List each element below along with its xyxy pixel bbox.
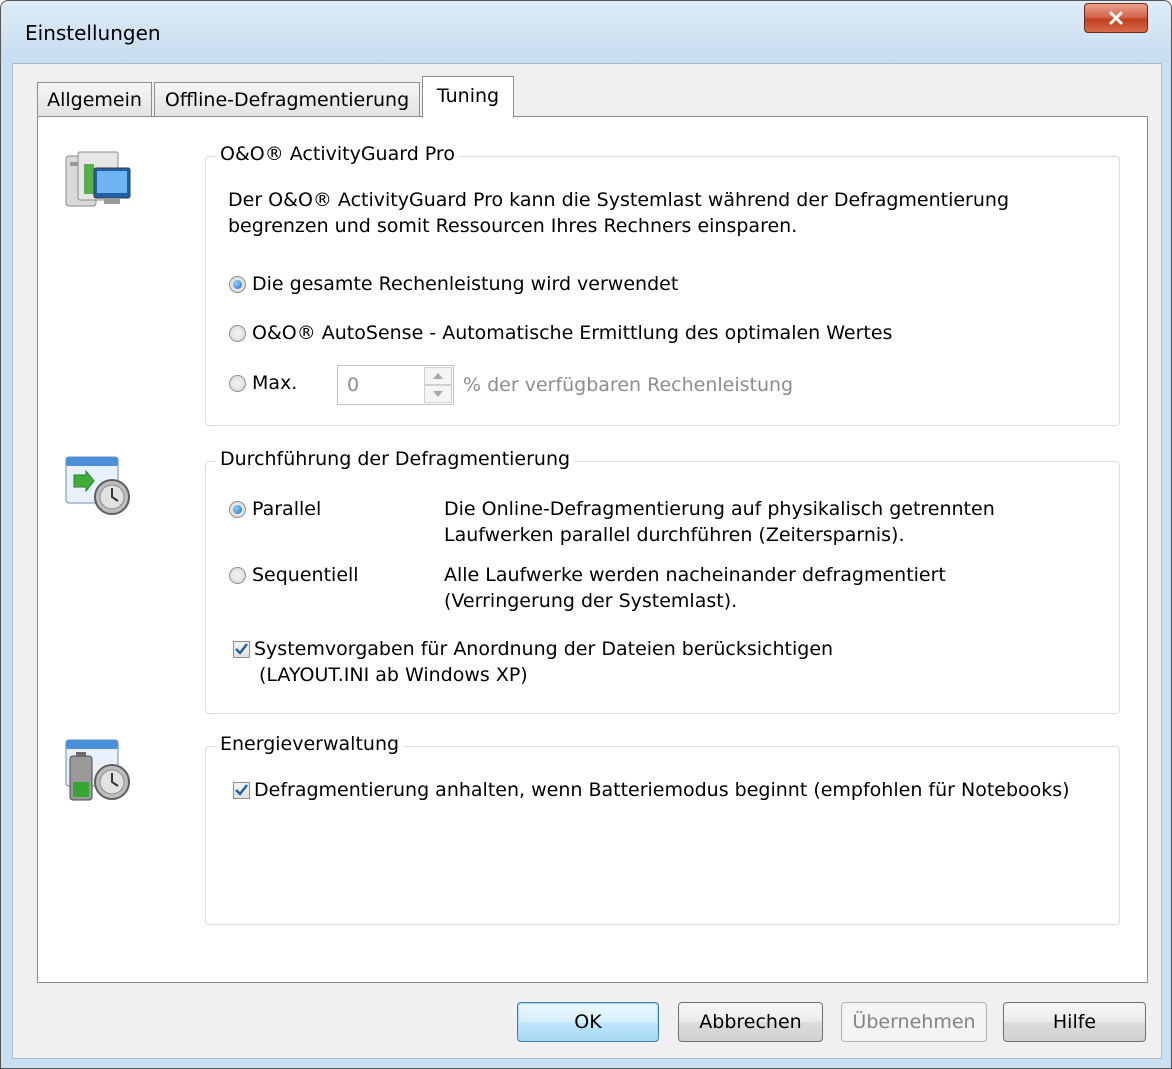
checkbox-battery-pause[interactable]: Defragmentierung anhalten, wenn Batterie…	[233, 779, 1070, 801]
radio-button[interactable]	[229, 566, 246, 584]
radio-button[interactable]	[229, 324, 246, 342]
help-button[interactable]: Hilfe	[1003, 1002, 1146, 1042]
radio-label: Die gesamte Rechenleistung wird verwende…	[252, 273, 679, 295]
help-button-label: Hilfe	[1052, 1011, 1097, 1033]
energy-group-title: Energieverwaltung	[216, 733, 404, 755]
checkbox-checked[interactable]	[233, 640, 250, 658]
defrag-schedule-icon	[65, 456, 130, 515]
checkmark-icon	[235, 643, 248, 655]
radio-label: Parallel	[252, 498, 322, 520]
checkbox-label-line2: (LAYOUT.INI ab Windows XP)	[259, 664, 528, 686]
checkbox-label: Defragmentierung anhalten, wenn Batterie…	[254, 779, 1070, 801]
max-percentage-stepper[interactable]: 0	[337, 365, 454, 405]
tuning-content: O&O® ActivityGuard Pro Der O&O® Activity…	[0, 0, 1172, 1069]
activityguard-group-title: O&O® ActivityGuard Pro	[216, 143, 459, 165]
checkmark-icon	[235, 784, 248, 796]
checkbox-checked[interactable]	[233, 781, 250, 799]
ok-button[interactable]: OK	[517, 1002, 659, 1042]
cancel-button-label: Abbrechen	[699, 1011, 802, 1033]
checkbox-layout-ini[interactable]: Systemvorgaben für Anordnung der Dateien…	[233, 638, 833, 660]
cancel-button[interactable]: Abbrechen	[678, 1002, 823, 1042]
apply-button[interactable]: Übernehmen	[841, 1002, 987, 1042]
arrow-down-icon	[433, 391, 443, 397]
radio-parallel[interactable]: Parallel	[229, 498, 321, 520]
max-percentage-value: 0	[347, 374, 360, 396]
radio-button-selected[interactable]	[229, 275, 246, 293]
radio-label: O&O® AutoSense - Automatische Ermittlung…	[252, 322, 893, 344]
radio-sequential[interactable]: Sequentiell	[229, 564, 359, 586]
radio-full-performance[interactable]: Die gesamte Rechenleistung wird verwende…	[229, 273, 678, 295]
radio-label: Sequentiell	[252, 564, 359, 586]
ok-button-label: OK	[574, 1011, 602, 1033]
radio-button-selected[interactable]	[229, 500, 246, 518]
execution-group-title: Durchführung der Defragmentierung	[216, 448, 575, 470]
arrow-up-icon	[433, 373, 443, 379]
max-percentage-suffix: % der verfügbaren Rechenleistung	[463, 374, 794, 396]
sequential-description-line2: (Verringerung der Systemlast).	[444, 590, 738, 612]
radio-autosense[interactable]: O&O® AutoSense - Automatische Ermittlung…	[229, 322, 892, 344]
stepper-down-button[interactable]	[424, 385, 452, 403]
energy-group: Energieverwaltung	[205, 733, 1120, 925]
activityguard-description-line2: begrenzen und somit Ressourcen Ihres Rec…	[228, 215, 798, 237]
energy-management-icon	[65, 739, 130, 801]
checkbox-label: Systemvorgaben für Anordnung der Dateien…	[254, 638, 834, 660]
sequential-description-line1: Alle Laufwerke werden nacheinander defra…	[444, 564, 946, 586]
radio-button[interactable]	[229, 374, 246, 392]
radio-max[interactable]: Max.	[229, 372, 297, 394]
parallel-description-line2: Laufwerken parallel durchführen (Zeiters…	[444, 524, 905, 546]
apply-button-label: Übernehmen	[852, 1011, 976, 1033]
parallel-description-line1: Die Online-Defragmentierung auf physikal…	[444, 498, 995, 520]
activityguard-description-line1: Der O&O® ActivityGuard Pro kann die Syst…	[228, 189, 1010, 211]
radio-label: Max.	[252, 372, 298, 394]
stepper-up-button[interactable]	[424, 367, 452, 385]
activityguard-icon	[65, 151, 131, 207]
